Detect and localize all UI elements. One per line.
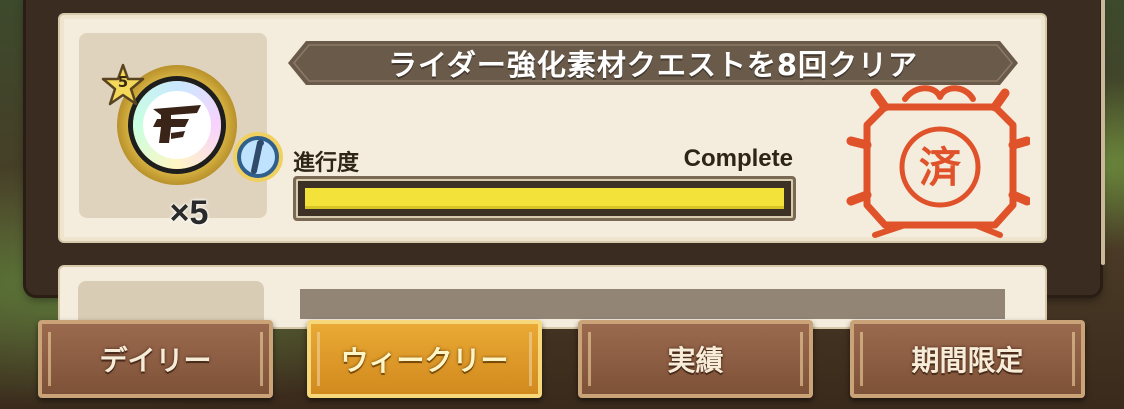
tab-decoration [588, 332, 605, 386]
progress-bar-fill [305, 188, 784, 209]
tab-decoration [317, 332, 334, 386]
scrollbar[interactable] [1101, 0, 1105, 265]
tab-decoration [515, 332, 532, 386]
stamp-text: 済 [919, 143, 962, 192]
tab-label: デイリー [99, 344, 212, 377]
tab-limited-time[interactable]: 期間限定 [850, 320, 1085, 398]
tab-decoration [246, 332, 263, 386]
tab-weekly[interactable]: ウィークリー [307, 320, 542, 398]
mission-title: ライダー強化素材クエストを8回クリア [387, 48, 919, 82]
tab-decoration [48, 332, 65, 386]
progress-status: Complete [683, 145, 793, 172]
reward-quantity: ×5 [169, 194, 209, 232]
tab-label: ウィークリー [340, 344, 509, 377]
tab-label: 実績 [667, 344, 724, 377]
title-banner [300, 289, 1005, 319]
tab-achievements[interactable]: 実績 [578, 320, 813, 398]
tab-decoration [1058, 332, 1075, 386]
reward-thumbnail[interactable]: 5 ×5 [79, 33, 267, 230]
tab-label: 期間限定 [911, 344, 1024, 377]
progress-bar [293, 176, 796, 221]
info-icon[interactable] [232, 131, 284, 183]
wing-emblem-icon [153, 105, 201, 143]
tab-daily[interactable]: デイリー [38, 320, 273, 398]
tab-decoration [786, 332, 803, 386]
completed-stamp-icon: 済 [846, 85, 1030, 238]
mission-card[interactable]: 5 ×5 ライダー強化素材クエストを8回クリア 進行度 Complete 済 [58, 13, 1047, 243]
progress-label: 進行度 [293, 151, 360, 176]
rarity-level: 5 [117, 73, 129, 91]
tab-decoration [860, 332, 877, 386]
